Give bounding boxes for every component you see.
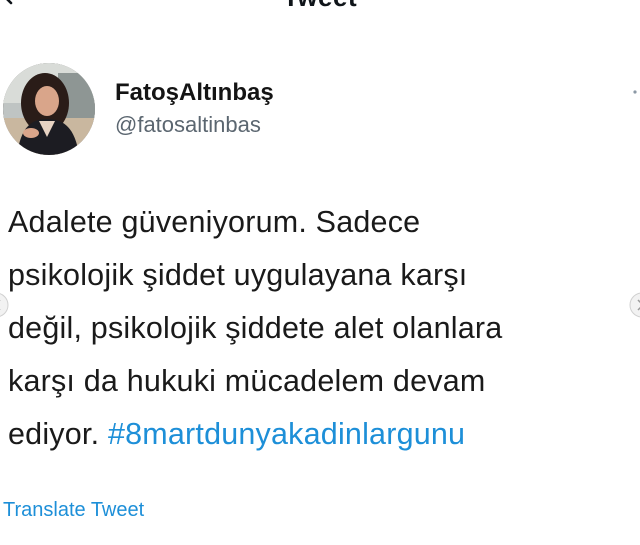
tweet-line-text: ediyor. [8,417,108,451]
translate-tweet-link[interactable]: Translate Tweet [3,497,144,523]
tweet-line: değil, psikolojik şiddete alet olanlara [8,311,503,345]
tweet-line: Adalete güveniyorum. Sadece [8,205,421,239]
top-bar: Tweet [0,0,640,16]
user-info: FatoşAltınbaş @fatosaltinbas [115,78,274,140]
display-name[interactable]: FatoşAltınbaş [115,78,274,108]
tweet-line-last: ediyor. #8martdunyakadinlargunu [8,408,630,461]
user-handle[interactable]: @fatosaltinbas [115,110,274,140]
tweet-text: Adalete güveniyorum. Sadece psikolojik ş… [8,196,630,461]
more-options-icon[interactable] [632,84,638,100]
profile-photo-icon [3,63,95,155]
hashtag-link[interactable]: #8martdunyakadinlargunu [108,417,465,451]
avatar[interactable] [3,63,95,155]
tweet-line: karşı da hukuki mücadelem devam [8,364,486,398]
page-title: Tweet [0,0,640,13]
tweet-line: psikolojik şiddet uygulayana karşı [8,258,468,292]
